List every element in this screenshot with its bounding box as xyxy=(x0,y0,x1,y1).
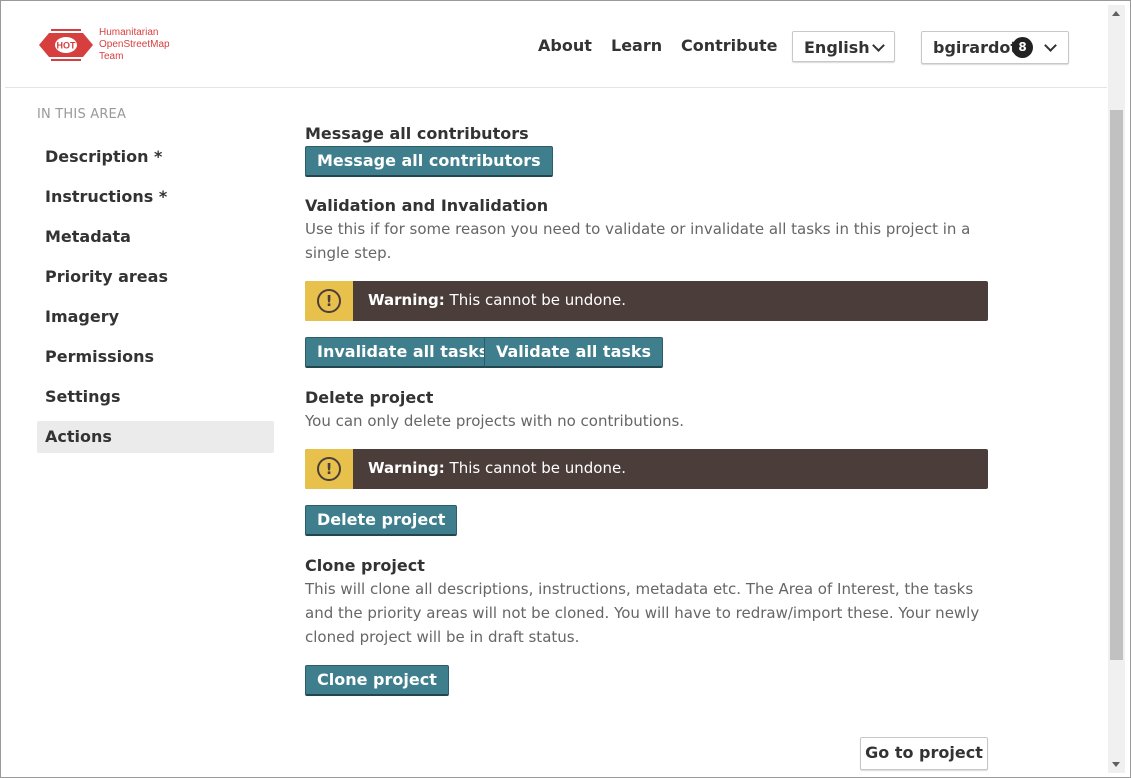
vertical-scrollbar[interactable] xyxy=(1108,5,1125,773)
validation-description: Use this if for some reason you need to … xyxy=(305,220,971,262)
delete-project-button[interactable]: Delete project xyxy=(305,505,458,536)
clone-project-button[interactable]: Clone project xyxy=(305,665,449,696)
warning-label: Warning: xyxy=(368,459,445,477)
delete-description: You can only delete projects with no con… xyxy=(305,412,685,430)
top-navbar: HOT Humanitarian OpenStreetMap Team Abou… xyxy=(5,5,1107,88)
sidebar-item-priority-areas[interactable]: Priority areas xyxy=(37,261,274,293)
nav-about-link[interactable]: About xyxy=(538,36,592,55)
message-all-contributors-button[interactable]: Message all contributors xyxy=(305,146,553,177)
sidebar-heading: IN THIS AREA xyxy=(37,107,127,122)
svg-text:HOT: HOT xyxy=(57,41,77,51)
chevron-down-icon xyxy=(1044,39,1057,52)
hot-logo-icon: HOT xyxy=(39,29,93,61)
notification-badge: 8 xyxy=(1012,37,1033,58)
brand-name: Humanitarian OpenStreetMap Team xyxy=(99,27,170,62)
chevron-down-icon xyxy=(872,39,885,52)
nav-contribute-link[interactable]: Contribute xyxy=(681,36,778,55)
language-selector[interactable]: English xyxy=(792,31,895,62)
validate-all-tasks-button[interactable]: Validate all tasks xyxy=(484,337,664,368)
warning-text: This cannot be undone. xyxy=(449,291,626,309)
clone-description: This will clone all descriptions, instru… xyxy=(305,580,980,646)
delete-section-title: Delete project xyxy=(305,388,434,407)
delete-warning-alert: ! Warning: This cannot be undone. xyxy=(305,449,988,489)
sidebar-item-description[interactable]: Description * xyxy=(37,141,274,173)
hot-logo[interactable]: HOT Humanitarian OpenStreetMap Team xyxy=(37,27,187,67)
message-section-title: Message all contributors xyxy=(305,124,529,143)
sidebar-item-imagery[interactable]: Imagery xyxy=(37,301,274,333)
nav-learn-link[interactable]: Learn xyxy=(611,36,662,55)
user-menu-button[interactable]: bgirardot 8 xyxy=(921,31,1069,64)
sidebar-item-settings[interactable]: Settings xyxy=(37,381,274,413)
invalidate-all-tasks-button[interactable]: Invalidate all tasks xyxy=(305,337,501,368)
scroll-up-arrow-icon[interactable] xyxy=(1112,11,1120,16)
validation-warning-alert: ! Warning: This cannot be undone. xyxy=(305,281,988,321)
go-to-project-button[interactable]: Go to project xyxy=(860,737,988,770)
sidebar-item-permissions[interactable]: Permissions xyxy=(37,341,274,373)
warning-label: Warning: xyxy=(368,291,445,309)
warning-icon: ! xyxy=(305,281,353,321)
sidebar-item-instructions[interactable]: Instructions * xyxy=(37,181,274,213)
scrollbar-thumb[interactable] xyxy=(1110,110,1123,660)
sidebar-item-metadata[interactable]: Metadata xyxy=(37,221,274,253)
warning-text: This cannot be undone. xyxy=(449,459,626,477)
scroll-down-arrow-icon[interactable] xyxy=(1112,762,1120,767)
warning-icon: ! xyxy=(305,449,353,489)
sidebar-item-actions[interactable]: Actions xyxy=(37,421,274,453)
validation-section-title: Validation and Invalidation xyxy=(305,196,549,215)
clone-section-title: Clone project xyxy=(305,556,425,575)
username-label: bgirardot xyxy=(933,38,1019,57)
language-label: English xyxy=(804,38,870,57)
